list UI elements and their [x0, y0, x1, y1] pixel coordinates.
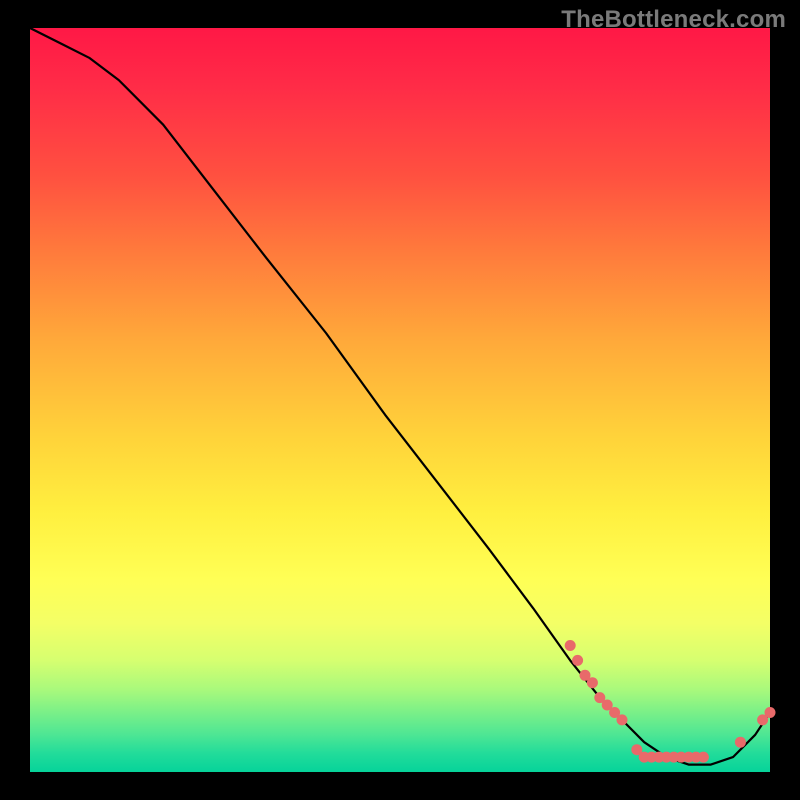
marker-dot-group [565, 640, 776, 763]
marker-dot [572, 655, 583, 666]
gradient-plot-area [30, 28, 770, 772]
chart-frame: TheBottleneck.com [0, 0, 800, 800]
marker-dot [698, 752, 709, 763]
marker-dot [587, 677, 598, 688]
marker-dot [735, 737, 746, 748]
marker-dot [765, 707, 776, 718]
marker-dot [565, 640, 576, 651]
marker-dot [617, 714, 628, 725]
bottleneck-curve [30, 28, 770, 765]
watermark-text: TheBottleneck.com [561, 6, 786, 34]
curve-svg [30, 28, 770, 772]
